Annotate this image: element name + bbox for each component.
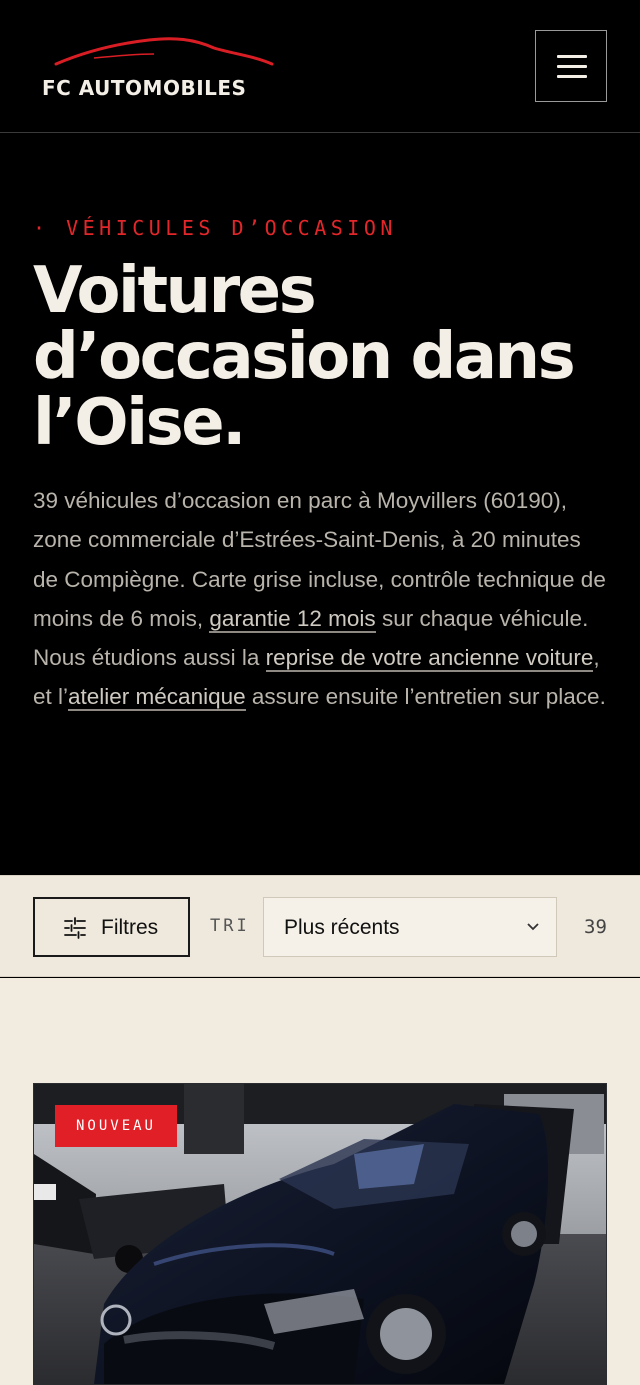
listing-toolbar: Filtres TRI Plus récents 39 — [0, 875, 640, 977]
sort-select[interactable]: Plus récents — [263, 897, 557, 957]
brand-name: FC AUTOMOBILES — [42, 76, 247, 100]
hamburger-menu-icon — [557, 65, 587, 68]
vehicle-card[interactable]: NOUVEAU — [33, 1083, 607, 1385]
warranty-link[interactable]: garantie 12 mois — [209, 605, 376, 633]
new-badge: NOUVEAU — [55, 1105, 177, 1147]
workshop-link[interactable]: atelier mécanique — [68, 684, 246, 712]
chevron-down-icon — [527, 923, 539, 931]
sort-label: TRI — [210, 916, 250, 936]
vehicle-listing: NOUVEAU — [0, 978, 640, 1385]
site-header: FC AUTOMOBILES — [0, 0, 640, 133]
result-count: 39 — [584, 916, 607, 938]
intro-paragraph: 39 véhicules d’occasion en parc à Moyvil… — [33, 481, 608, 717]
menu-button[interactable] — [535, 30, 607, 102]
car-silhouette-icon — [54, 37, 274, 66]
hamburger-menu-icon — [557, 55, 587, 58]
page-title-line: l’Oise. — [33, 386, 246, 460]
hero-section: · VÉHICULES D’OCCASION Voitures d’occasi… — [0, 134, 640, 875]
sort-selected-value: Plus récents — [284, 916, 400, 939]
sliders-icon — [64, 917, 86, 939]
filters-label: Filtres — [101, 916, 159, 939]
page-title-line: d’occasion dans — [33, 320, 576, 394]
trade-in-link[interactable]: reprise de votre ancienne voiture — [265, 645, 594, 673]
brand-logo[interactable]: FC AUTOMOBILES — [40, 30, 280, 100]
section-eyebrow: · VÉHICULES D’OCCASION — [33, 216, 397, 240]
filters-button[interactable]: Filtres — [33, 897, 190, 957]
intro-text: assure ensuite l’entretien sur place. — [245, 684, 606, 710]
page-title: Voitures d’occasion dans l’Oise. — [33, 258, 633, 456]
hamburger-menu-icon — [557, 75, 587, 78]
page-title-line: Voitures — [33, 254, 317, 328]
